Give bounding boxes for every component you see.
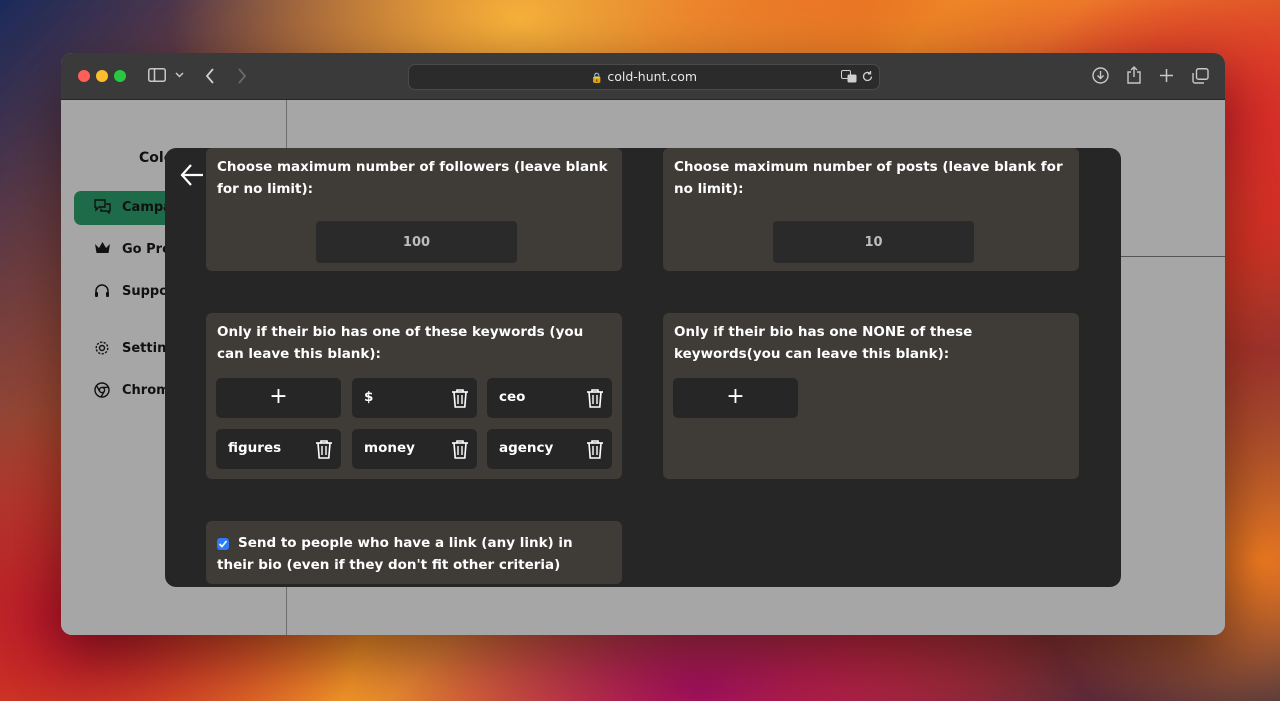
max-posts-input[interactable]	[773, 221, 974, 263]
url-text: cold-hunt.com	[607, 69, 698, 84]
plus-icon: +	[726, 384, 745, 409]
include-keywords-title: Only if their bio has one of these keywo…	[217, 324, 584, 362]
share-icon[interactable]	[1127, 66, 1141, 84]
max-followers-card: Choose maximum number of followers (leav…	[206, 148, 622, 271]
header-divider	[1121, 256, 1225, 257]
back-arrow-icon[interactable]	[179, 162, 205, 188]
gear-icon	[95, 341, 109, 355]
link-option-card: Send to people who have a link (any link…	[206, 521, 622, 584]
forward-nav-icon[interactable]	[237, 68, 247, 84]
download-icon[interactable]	[1092, 67, 1109, 84]
address-bar[interactable]: 🔒 cold-hunt.com	[408, 64, 880, 90]
translate-icon[interactable]	[841, 70, 857, 83]
max-posts-card: Choose maximum number of posts (leave bl…	[663, 148, 1079, 271]
zoom-window-button[interactable]	[114, 70, 126, 82]
sidebar-item-label: Go Pro	[122, 242, 171, 257]
trash-icon[interactable]	[451, 439, 469, 459]
lock-icon: 🔒	[590, 73, 604, 84]
keyword-text: figures	[228, 440, 282, 456]
include-keywords-card: Only if their bio has one of these keywo…	[206, 313, 622, 479]
keyword-text: agency	[499, 440, 554, 456]
trash-icon[interactable]	[586, 388, 604, 408]
keyword-chip: money	[352, 429, 477, 469]
crown-icon	[95, 242, 110, 253]
max-followers-input[interactable]	[316, 221, 517, 263]
filters-modal: Choose maximum number of followers (leav…	[165, 148, 1121, 587]
exclude-keywords-title: Only if their bio has one NONE of these …	[674, 324, 973, 362]
keyword-chip: $	[352, 378, 477, 418]
tab-overview-icon[interactable]	[1192, 68, 1209, 84]
keyword-chip: figures	[216, 429, 341, 469]
add-exclude-keyword-button[interactable]: +	[673, 378, 798, 418]
trash-icon[interactable]	[451, 388, 469, 408]
trash-icon[interactable]	[315, 439, 333, 459]
plus-icon: +	[269, 384, 288, 409]
back-nav-icon[interactable]	[205, 68, 215, 84]
keyword-chip: agency	[487, 429, 612, 469]
exclude-keywords-card: Only if their bio has one NONE of these …	[663, 313, 1079, 479]
browser-toolbar: 🔒 cold-hunt.com	[61, 53, 1225, 100]
trash-icon[interactable]	[586, 439, 604, 459]
new-tab-icon[interactable]	[1160, 69, 1173, 82]
link-option-label[interactable]: Send to people who have a link (any link…	[217, 532, 610, 576]
keyword-text: ceo	[499, 389, 526, 405]
headset-icon	[95, 284, 109, 297]
max-posts-title: Choose maximum number of posts (leave bl…	[674, 159, 1063, 197]
keyword-text: money	[364, 440, 415, 456]
chat-bubbles-icon	[94, 199, 111, 214]
chevron-down-icon[interactable]	[175, 72, 184, 78]
minimize-window-button[interactable]	[96, 70, 108, 82]
reload-icon[interactable]	[861, 70, 874, 83]
sidebar-toggle-icon[interactable]	[148, 68, 166, 82]
keyword-chip: ceo	[487, 378, 612, 418]
add-include-keyword-button[interactable]: +	[216, 378, 341, 418]
close-window-button[interactable]	[78, 70, 90, 82]
chrome-icon	[94, 382, 110, 398]
link-option-text: Send to people who have a link (any link…	[217, 535, 573, 573]
max-followers-title: Choose maximum number of followers (leav…	[217, 159, 608, 197]
keyword-text: $	[364, 389, 374, 405]
